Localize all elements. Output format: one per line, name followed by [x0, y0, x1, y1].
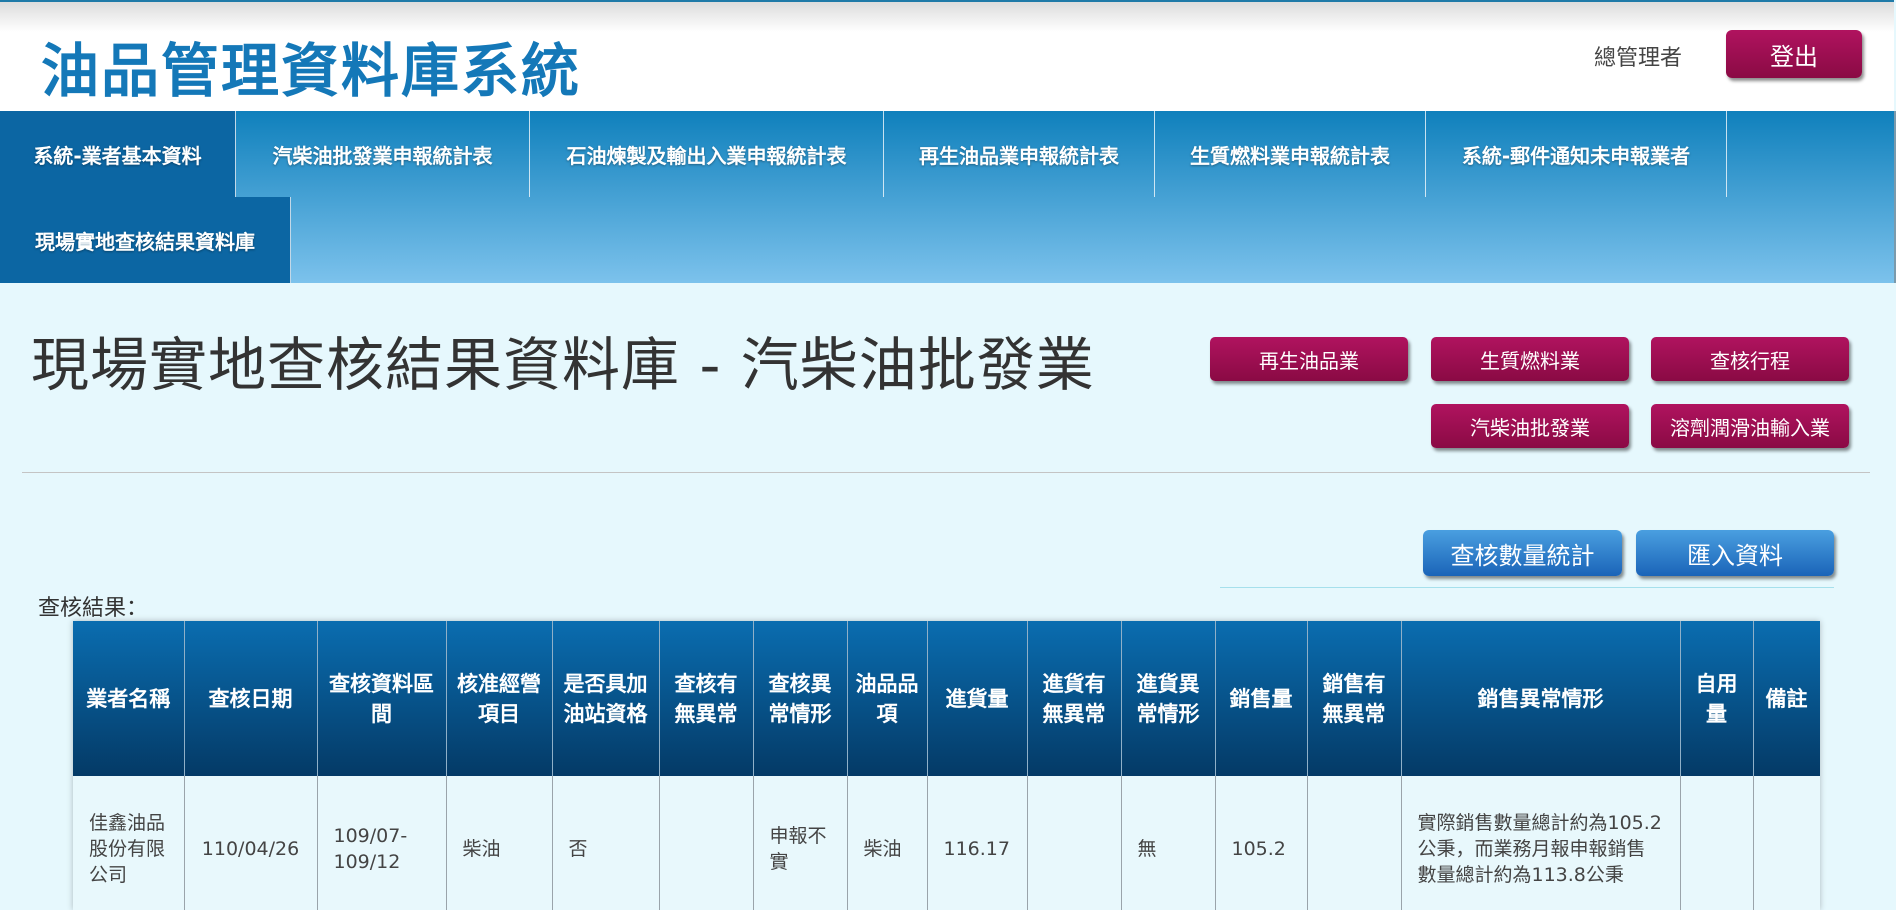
col-header-purchase-anomaly[interactable]: 進貨有無異常 [1027, 621, 1122, 776]
cell-audit-period: 109/07-109/12 [317, 776, 447, 910]
logout-button[interactable]: 登出 [1726, 30, 1862, 78]
cell-sales-anomaly-detail: 實際銷售數量總計約為105.2公秉，而業務月報申報銷售數量總計約為113.8公秉 [1401, 776, 1681, 910]
page-title: 現場實地查核結果資料庫 - 汽柴油批發業 [31, 331, 1095, 399]
col-header-remarks[interactable]: 備註 [1753, 621, 1820, 776]
audit-result-label: 查核結果： [38, 596, 149, 621]
recycled-oil-button[interactable]: 再生油品業 [1210, 337, 1408, 381]
col-header-vendor-name[interactable]: 業者名稱 [73, 621, 185, 776]
cell-remarks [1753, 776, 1820, 910]
cell-purchase-anomaly [1027, 776, 1122, 910]
col-header-purchase-anomaly-detail[interactable]: 進貨異常情形 [1121, 621, 1216, 776]
app-title: 油品管理資料庫系統 [41, 37, 582, 105]
col-header-gas-station-qualified[interactable]: 是否具加油站資格 [552, 621, 660, 776]
cell-audit-date: 110/04/26 [184, 776, 318, 910]
col-header-audit-anomaly[interactable]: 查核有無異常 [659, 621, 754, 776]
cell-self-use-volume [1680, 776, 1754, 910]
col-header-sales-volume[interactable]: 銷售量 [1215, 621, 1308, 776]
cell-audit-anomaly-detail: 申報不實 [753, 776, 848, 910]
col-header-approved-business[interactable]: 核准經營項目 [446, 621, 553, 776]
col-header-sales-anomaly-detail[interactable]: 銷售異常情形 [1401, 621, 1681, 776]
nav-item-onsite-audit-database[interactable]: 現場實地查核結果資料庫 [0, 197, 291, 283]
col-header-oil-product[interactable]: 油品品項 [847, 621, 928, 776]
solvent-lubricant-import-button[interactable]: 溶劑潤滑油輸入業 [1651, 404, 1849, 448]
table-row[interactable]: 佳鑫油品股份有限公司 110/04/26 109/07-109/12 柴油 否 … [73, 776, 1820, 910]
cell-gas-station-qualified: 否 [552, 776, 660, 910]
cell-oil-product: 柴油 [847, 776, 928, 910]
main-nav: 系統-業者基本資料 汽柴油批發業申報統計表 石油煉製及輸出入業申報統計表 再生油… [0, 111, 1896, 283]
nav-item-email-unreported-vendors[interactable]: 系統-郵件通知未申報業者 [1426, 111, 1727, 197]
cell-purchase-anomaly-detail: 無 [1121, 776, 1216, 910]
col-header-audit-anomaly-detail[interactable]: 查核異常情形 [753, 621, 848, 776]
nav-item-biofuel-report[interactable]: 生質燃料業申報統計表 [1155, 111, 1426, 197]
nav-item-gasoline-diesel-wholesale-report[interactable]: 汽柴油批發業申報統計表 [236, 111, 530, 197]
import-data-button[interactable]: 匯入資料 [1636, 530, 1834, 576]
col-header-sales-anomaly[interactable]: 銷售有無異常 [1307, 621, 1402, 776]
toolbar-divider [1220, 587, 1834, 588]
user-name: 總管理者 [1594, 46, 1683, 71]
cell-vendor-name: 佳鑫油品股份有限公司 [73, 776, 185, 910]
col-header-self-use-volume[interactable]: 自用量 [1680, 621, 1754, 776]
cell-sales-volume: 105.2 [1215, 776, 1308, 910]
nav-item-refining-import-export-report[interactable]: 石油煉製及輸出入業申報統計表 [530, 111, 884, 197]
gasoline-diesel-wholesale-button[interactable]: 汽柴油批發業 [1431, 404, 1629, 448]
nav-item-recycled-oil-report[interactable]: 再生油品業申報統計表 [884, 111, 1155, 197]
cell-approved-business: 柴油 [446, 776, 553, 910]
biofuel-button[interactable]: 生質燃料業 [1431, 337, 1629, 381]
app-header: 油品管理資料庫系統 總管理者 登出 [0, 0, 1894, 113]
audit-count-stats-button[interactable]: 查核數量統計 [1423, 530, 1622, 576]
cell-sales-anomaly [1307, 776, 1402, 910]
col-header-purchase-volume[interactable]: 進貨量 [927, 621, 1028, 776]
section-divider [22, 472, 1870, 473]
audit-results-table: 業者名稱 查核日期 查核資料區間 核准經營項目 是否具加油站資格 查核有無異常 … [73, 621, 1820, 910]
table-header-row: 業者名稱 查核日期 查核資料區間 核准經營項目 是否具加油站資格 查核有無異常 … [73, 621, 1820, 776]
nav-item-vendor-basic-data[interactable]: 系統-業者基本資料 [0, 111, 236, 197]
col-header-audit-period[interactable]: 查核資料區間 [317, 621, 447, 776]
audit-schedule-button[interactable]: 查核行程 [1651, 337, 1849, 381]
cell-audit-anomaly [659, 776, 754, 910]
col-header-audit-date[interactable]: 查核日期 [184, 621, 318, 776]
cell-purchase-volume: 116.17 [927, 776, 1028, 910]
